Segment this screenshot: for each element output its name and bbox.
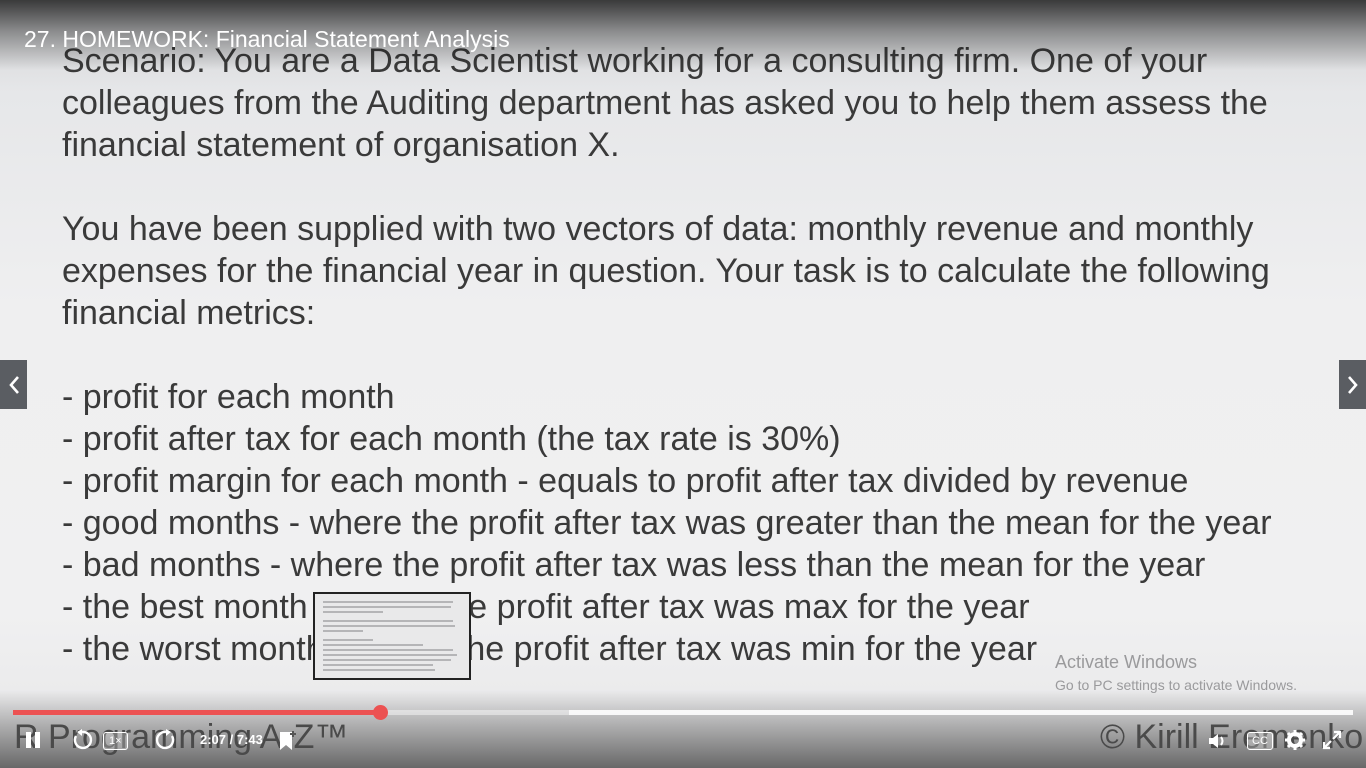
gear-icon bbox=[1285, 730, 1305, 750]
watermark-line1: Activate Windows bbox=[1055, 652, 1198, 672]
slide-text-line: financial metrics: bbox=[62, 294, 316, 332]
slide-bullet-item: - bad months - where the profit after ta… bbox=[62, 546, 1206, 584]
play-pause-button[interactable] bbox=[22, 728, 44, 752]
lecture-title: 27. HOMEWORK: Financial Statement Analys… bbox=[24, 26, 510, 52]
progress-bar[interactable] bbox=[13, 705, 1353, 720]
settings-button[interactable] bbox=[1283, 728, 1307, 752]
forward-button[interactable] bbox=[154, 728, 178, 752]
progress-played bbox=[13, 710, 381, 715]
player-control-bar: 1× 2:07 / 7:43 CC bbox=[0, 724, 1366, 758]
slide-content: Scenario: You are a Data Scientist worki… bbox=[62, 40, 1302, 670]
slide-bullet-item: - the best month - where the profit afte… bbox=[62, 588, 1030, 626]
expand-icon bbox=[1322, 730, 1342, 750]
slide-text-line: financial statement of organisation X. bbox=[62, 126, 620, 164]
slide-paragraph-scenario: Scenario: You are a Data Scientist worki… bbox=[62, 40, 1302, 166]
chevron-right-icon bbox=[1347, 375, 1358, 394]
slide-bullet-item: - good months - where the profit after t… bbox=[62, 504, 1272, 542]
seek-preview-thumbnail bbox=[313, 592, 471, 680]
volume-icon bbox=[1209, 734, 1224, 748]
previous-lecture-button[interactable] bbox=[0, 360, 27, 409]
slide-bullet-item: - profit for each month bbox=[62, 378, 395, 416]
rewind-15-icon bbox=[73, 729, 93, 750]
next-lecture-button[interactable] bbox=[1339, 360, 1366, 409]
progress-buffered bbox=[569, 710, 1353, 715]
slide-text-line: expenses for the financial year in quest… bbox=[62, 252, 1270, 290]
slide-bullet-item: - profit margin for each month - equals … bbox=[62, 462, 1189, 500]
volume-button[interactable] bbox=[1206, 729, 1230, 753]
rewind-button[interactable] bbox=[70, 728, 94, 752]
closed-captions-icon: CC bbox=[1252, 735, 1268, 747]
captions-button[interactable]: CC bbox=[1247, 732, 1273, 750]
forward-15-icon bbox=[155, 729, 175, 750]
watermark-line2: Go to PC settings to activate Windows. bbox=[1055, 677, 1297, 693]
fullscreen-button[interactable] bbox=[1320, 728, 1344, 752]
add-bookmark-button[interactable] bbox=[276, 729, 298, 753]
time-display: 2:07 / 7:43 bbox=[200, 732, 263, 747]
chevron-left-icon bbox=[8, 375, 19, 394]
slide-bullet-list: - profit for each month - profit after ta… bbox=[62, 376, 1302, 670]
bookmark-add-icon bbox=[280, 731, 296, 750]
playback-speed-button[interactable]: 1× bbox=[103, 732, 128, 750]
slide-text-line: You have been supplied with two vectors … bbox=[62, 210, 1254, 248]
slide-paragraph-task: You have been supplied with two vectors … bbox=[62, 208, 1302, 334]
slide-bullet-item: - profit after tax for each month (the t… bbox=[62, 420, 841, 458]
windows-activation-watermark: Activate Windows Go to PC settings to ac… bbox=[1055, 652, 1297, 693]
slide-text-line: colleagues from the Auditing department … bbox=[62, 84, 1268, 122]
pause-icon bbox=[24, 732, 42, 748]
